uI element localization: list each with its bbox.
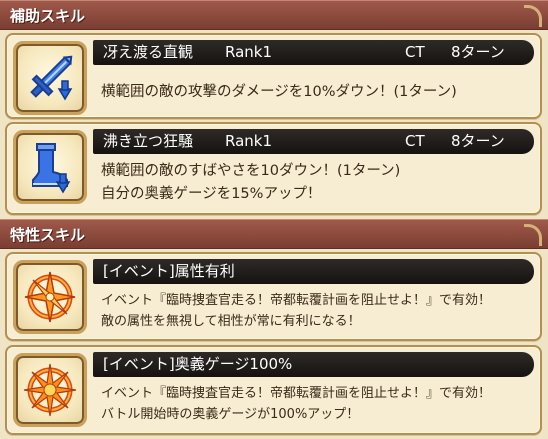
orange-burst-star-icon — [13, 353, 87, 427]
skill-ct-value: 8ターン — [451, 43, 505, 61]
support-skills-title: 補助スキル — [10, 7, 86, 25]
skill-description-line-2: バトル開始時の奥義ゲージが100%アップ！ — [101, 407, 360, 422]
support-skill-card-2[interactable]: 沸き立つ狂騒 Rank1 CT 8ターン 横範囲の敵のすばやさを10ダウン！(1… — [5, 122, 542, 215]
skill-name-bar: [イベント]属性有利 — [93, 259, 534, 284]
skill-ct-value: 8ターン — [451, 132, 505, 150]
skill-name: 沸き立つ狂騒 — [103, 132, 194, 150]
skill-name: [イベント]奥義ゲージ100% — [103, 355, 293, 373]
trait-skills-title: 特性スキル — [10, 226, 86, 244]
skill-description-line-1: イベント『臨時捜査官走る！帝都転覆計画を阻止せよ！』で有効！ — [101, 386, 492, 401]
skill-name-bar: 冴え渡る直観 Rank1 CT 8ターン — [93, 40, 534, 65]
skill-description-line-1: 横範囲の敵のすばやさを10ダウン！(1ターン) — [101, 163, 401, 179]
blue-boot-down-arrow-icon — [13, 130, 87, 204]
header-ornament-icon — [524, 5, 542, 27]
skill-ct-label: CT — [405, 132, 425, 150]
orange-compass-star-icon — [13, 260, 87, 334]
trait-skill-card-2[interactable]: [イベント]奥義ゲージ100% イベント『臨時捜査官走る！帝都転覆計画を阻止せよ… — [5, 345, 542, 435]
skill-name: 冴え渡る直観 — [103, 43, 194, 61]
trait-skills-header: 特性スキル — [0, 219, 548, 249]
skill-description-line-1: 横範囲の敵の攻撃のダメージを10%ダウン！(1ターン) — [101, 84, 457, 100]
skill-ct-label: CT — [405, 43, 425, 61]
skill-rank: Rank1 — [225, 132, 273, 150]
skill-description-line-2: 敵の属性を無視して相性が常に有利になる！ — [101, 314, 361, 329]
skill-description-line-2: 自分の奥義ゲージを15%アップ！ — [101, 186, 322, 202]
header-ornament-icon — [524, 224, 542, 246]
skill-name: [イベント]属性有利 — [103, 262, 235, 280]
blue-sword-down-arrow-icon — [13, 41, 87, 115]
skill-description-line-1: イベント『臨時捜査官走る！帝都転覆計画を阻止せよ！』で有効！ — [101, 293, 492, 308]
skill-name-bar: [イベント]奥義ゲージ100% — [93, 352, 534, 377]
support-skill-card-1[interactable]: 冴え渡る直観 Rank1 CT 8ターン 横範囲の敵の攻撃のダメージを10%ダウ… — [5, 33, 542, 119]
support-skills-header: 補助スキル — [0, 0, 548, 30]
trait-skill-card-1[interactable]: [イベント]属性有利 イベント『臨時捜査官走る！帝都転覆計画を阻止せよ！』で有効… — [5, 252, 542, 341]
skill-name-bar: 沸き立つ狂騒 Rank1 CT 8ターン — [93, 129, 534, 154]
skill-rank: Rank1 — [225, 43, 273, 61]
